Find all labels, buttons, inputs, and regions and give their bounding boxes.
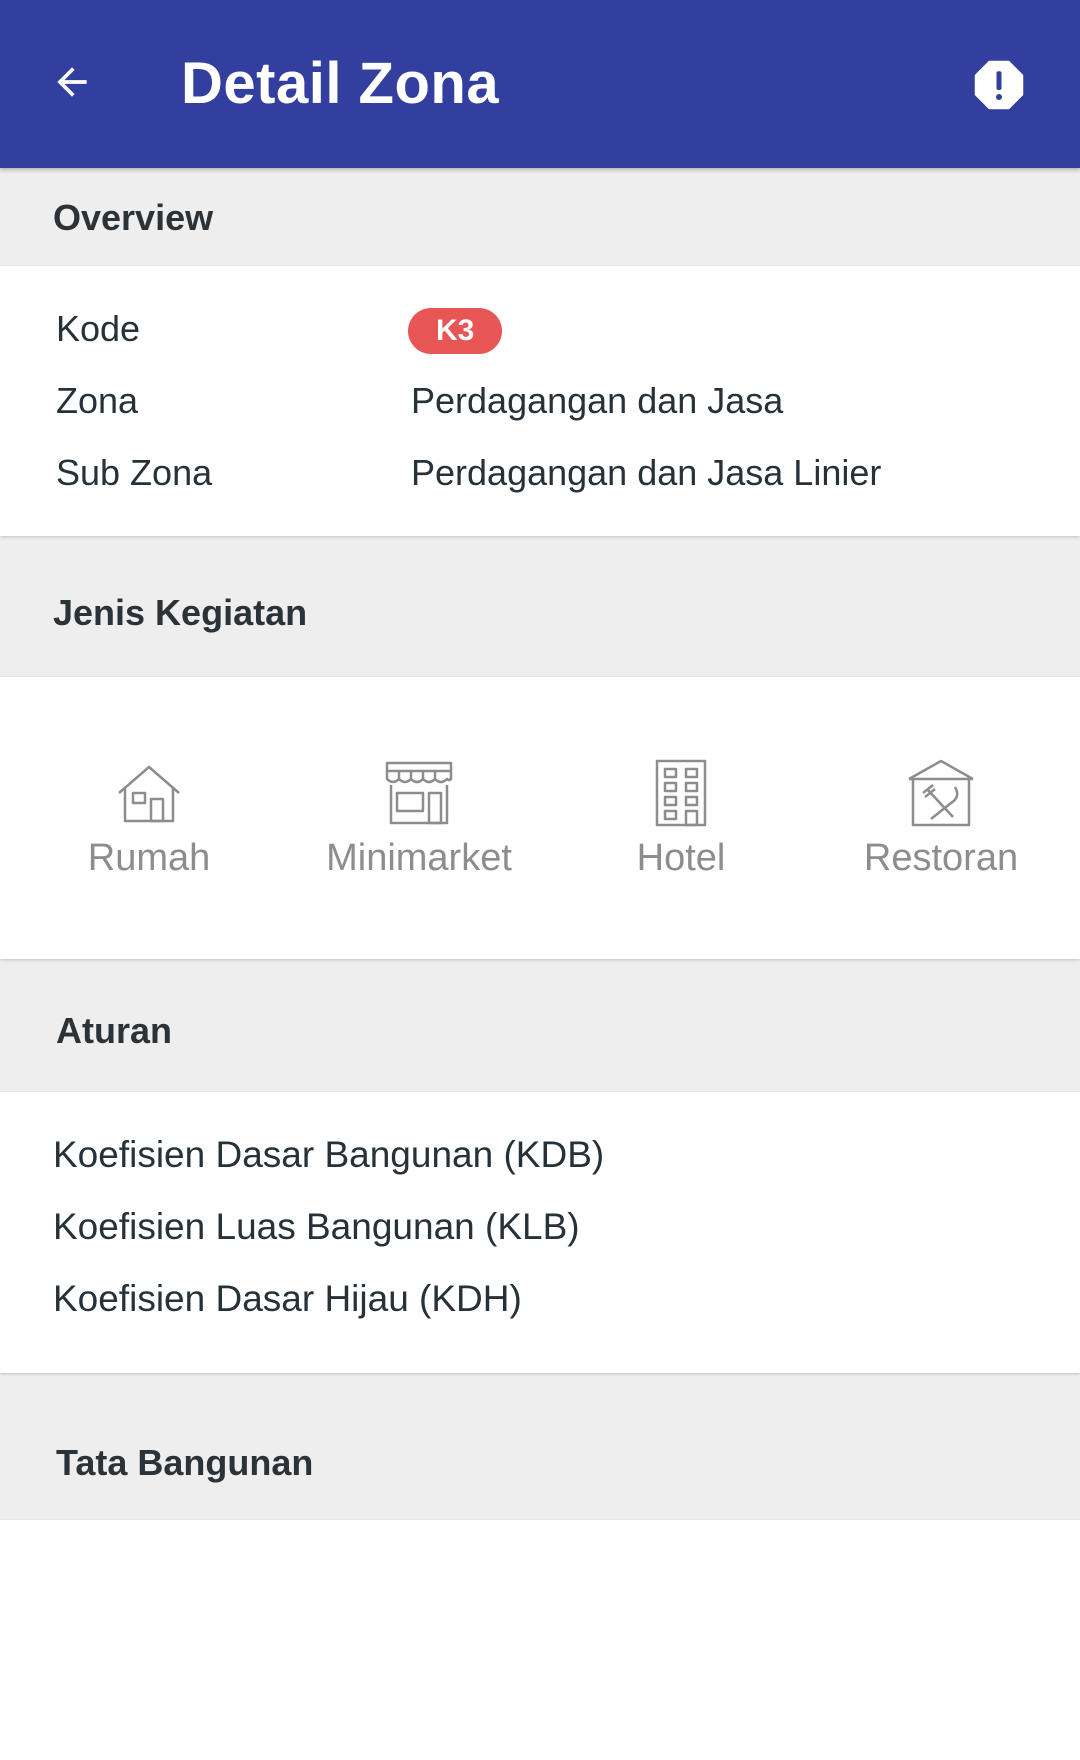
activity-hotel[interactable]: Hotel <box>546 757 816 880</box>
rule-klb[interactable]: Koefisien Luas Bangunan (KLB) <box>53 1206 580 1248</box>
activity-rumah[interactable]: Rumah <box>14 757 284 880</box>
page-title: Detail Zona <box>181 51 500 116</box>
app-bar: Detail Zona <box>0 0 1080 168</box>
kode-label: Kode <box>56 308 141 349</box>
activity-restoran[interactable]: Restoran <box>806 757 1076 880</box>
activity-minimarket[interactable]: Minimarket <box>284 757 554 880</box>
arrow-left-icon <box>57 67 87 97</box>
rule-kdh[interactable]: Koefisien Dasar Hijau (KDH) <box>53 1278 522 1320</box>
alert-octagon-icon <box>974 60 1024 110</box>
sub-zona-value: Perdagangan dan Jasa Linier <box>411 452 882 493</box>
rules-card: Koefisien Dasar Bangunan (KDB) Koefisien… <box>0 1092 1080 1373</box>
activity-label: Restoran <box>863 837 1019 879</box>
building-icon <box>655 759 707 827</box>
rules-header: Aturan <box>56 1010 172 1051</box>
zona-value: Perdagangan dan Jasa <box>411 380 784 421</box>
zona-label: Zona <box>56 380 139 421</box>
overview-header: Overview <box>53 197 214 238</box>
kode-badge: K3 <box>408 308 503 354</box>
activities-header: Jenis Kegiatan <box>53 592 308 633</box>
store-icon <box>385 761 453 825</box>
activity-label: Hotel <box>636 837 726 879</box>
building-header: Tata Bangunan <box>56 1442 314 1483</box>
back-button[interactable] <box>44 54 100 110</box>
sub-zona-label: Sub Zona <box>56 452 213 493</box>
overview-card: Kode K3 Zona Perdagangan dan Jasa Sub Zo… <box>0 266 1080 536</box>
building-card <box>0 1520 1080 1760</box>
rule-kdb[interactable]: Koefisien Dasar Bangunan (KDB) <box>53 1134 604 1176</box>
report-button[interactable] <box>966 52 1032 118</box>
activities-card: Rumah Minimarket Hotel Restoran <box>0 677 1080 959</box>
house-icon <box>118 765 180 823</box>
activity-label: Minimarket <box>326 837 512 879</box>
activity-label: Rumah <box>87 837 211 879</box>
restaurant-icon <box>908 759 974 827</box>
